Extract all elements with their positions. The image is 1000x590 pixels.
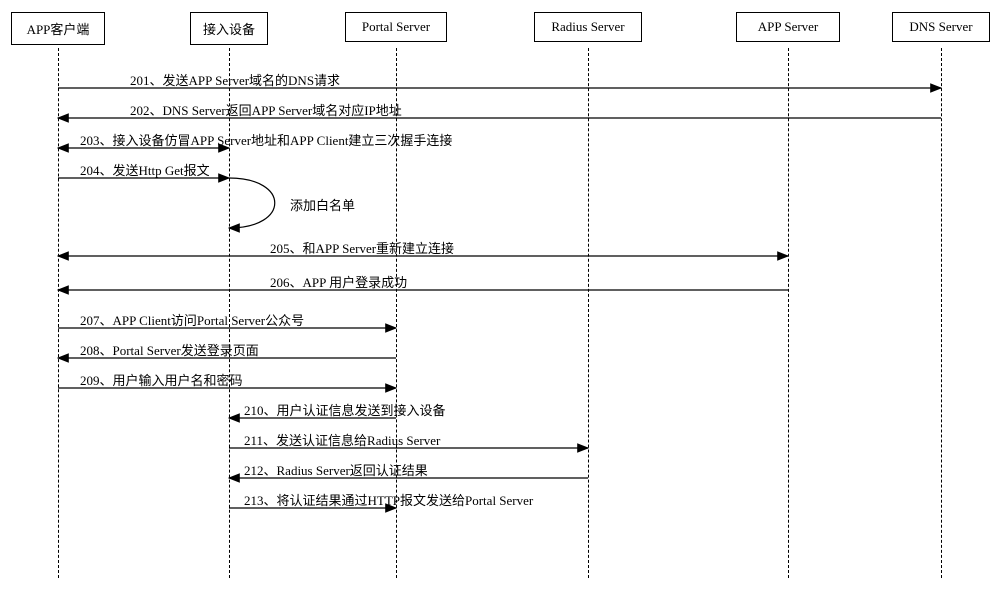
participant-dns-server: DNS Server bbox=[892, 12, 990, 42]
lifeline-app-client bbox=[58, 48, 59, 578]
msg-208: 208、Portal Server发送登录页面 bbox=[80, 340, 259, 359]
participant-label: APP客户端 bbox=[27, 22, 90, 37]
participant-app-client: APP客户端 bbox=[11, 12, 105, 45]
participant-access-device: 接入设备 bbox=[190, 12, 268, 45]
lifeline-app-server bbox=[788, 48, 789, 578]
msg-213: 213、将认证结果通过HTTP报文发送给Portal Server bbox=[244, 490, 533, 509]
msg-204: 204、发送Http Get报文 bbox=[80, 160, 210, 179]
participant-label: Radius Server bbox=[551, 19, 624, 34]
msg-207: 207、APP Client访问Portal Server公众号 bbox=[80, 310, 304, 329]
participant-label: APP Server bbox=[758, 19, 819, 34]
note-whitelist: 添加白名单 bbox=[290, 195, 355, 214]
participant-portal-server: Portal Server bbox=[345, 12, 447, 42]
msg-209: 209、用户输入用户名和密码 bbox=[80, 370, 243, 389]
participant-label: DNS Server bbox=[909, 19, 972, 34]
participant-app-server: APP Server bbox=[736, 12, 840, 42]
participant-label: 接入设备 bbox=[203, 22, 255, 37]
msg-206: 206、APP 用户登录成功 bbox=[270, 272, 407, 291]
participant-label: Portal Server bbox=[362, 19, 430, 34]
lifeline-dns-server bbox=[941, 48, 942, 578]
msg-212: 212、Radius Server返回认证结果 bbox=[244, 460, 428, 479]
sequence-diagram: APP客户端 接入设备 Portal Server Radius Server … bbox=[0, 0, 1000, 590]
msg-203: 203、接入设备仿冒APP Server地址和APP Client建立三次握手连… bbox=[80, 130, 452, 149]
msg-201: 201、发送APP Server域名的DNS请求 bbox=[130, 70, 340, 89]
msg-211: 211、发送认证信息给Radius Server bbox=[244, 430, 440, 449]
participant-radius-server: Radius Server bbox=[534, 12, 642, 42]
msg-202: 202、DNS Server返回APP Server域名对应IP地址 bbox=[130, 100, 402, 119]
lifeline-radius-server bbox=[588, 48, 589, 578]
msg-205: 205、和APP Server重新建立连接 bbox=[270, 238, 454, 257]
msg-210: 210、用户认证信息发送到接入设备 bbox=[244, 400, 446, 419]
